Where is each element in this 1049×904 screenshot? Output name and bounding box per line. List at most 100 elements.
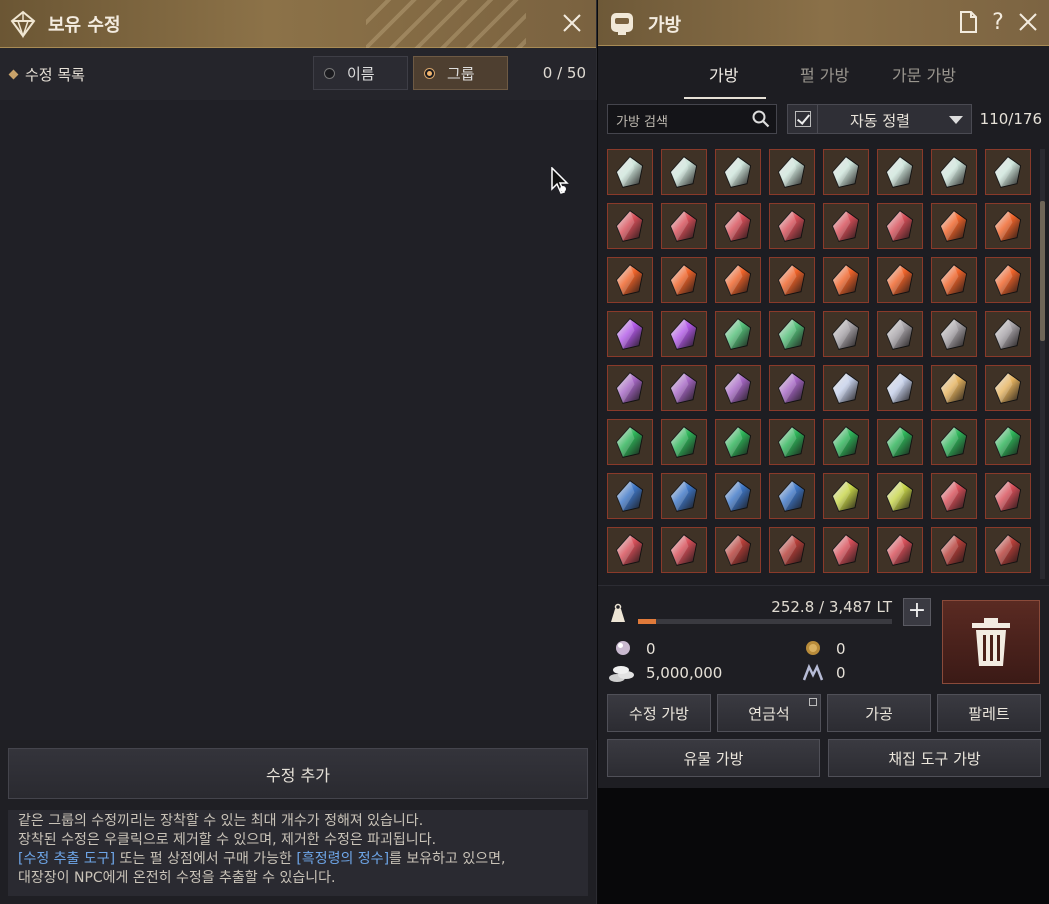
inventory-slot[interactable] bbox=[661, 257, 707, 303]
crystal-item-icon bbox=[615, 372, 644, 404]
sort-by-group-radio[interactable]: 그룹 bbox=[413, 56, 508, 90]
inventory-slot[interactable] bbox=[823, 203, 869, 249]
add-crystal-button[interactable]: 수정 추가 bbox=[8, 748, 588, 799]
inventory-slot[interactable] bbox=[661, 365, 707, 411]
inventory-slot[interactable] bbox=[715, 257, 761, 303]
inventory-slot[interactable] bbox=[985, 527, 1031, 573]
inventory-slot[interactable] bbox=[607, 203, 653, 249]
inventory-slot[interactable] bbox=[931, 527, 977, 573]
inventory-slot[interactable] bbox=[769, 311, 815, 357]
trash-button[interactable] bbox=[942, 600, 1040, 684]
inventory-title-bar[interactable]: 가방 ? bbox=[598, 0, 1049, 46]
coin-amount: 0 bbox=[836, 640, 846, 658]
inventory-slot[interactable] bbox=[661, 149, 707, 195]
inventory-slot[interactable] bbox=[769, 527, 815, 573]
inventory-slot[interactable] bbox=[877, 203, 923, 249]
inventory-slot[interactable] bbox=[661, 419, 707, 465]
inventory-slot[interactable] bbox=[823, 311, 869, 357]
dropdown-arrow-icon[interactable] bbox=[949, 116, 963, 124]
inventory-slot[interactable] bbox=[661, 473, 707, 519]
inventory-slot[interactable] bbox=[931, 419, 977, 465]
tab-pearl-bag[interactable]: 펄 가방 bbox=[800, 62, 849, 86]
inventory-slot[interactable] bbox=[769, 257, 815, 303]
inventory-slot[interactable] bbox=[931, 311, 977, 357]
crystal-item-icon bbox=[723, 534, 752, 566]
inventory-slot[interactable] bbox=[823, 365, 869, 411]
inventory-slot[interactable] bbox=[823, 419, 869, 465]
inventory-slot[interactable] bbox=[931, 149, 977, 195]
crystal-bag-button[interactable]: 수정 가방 bbox=[607, 694, 711, 732]
essence-link[interactable]: [흑정령의 정수] bbox=[296, 851, 389, 867]
inventory-slot[interactable] bbox=[877, 257, 923, 303]
inventory-slot[interactable] bbox=[607, 527, 653, 573]
inventory-slot[interactable] bbox=[661, 311, 707, 357]
inventory-slot[interactable] bbox=[877, 419, 923, 465]
inventory-slot[interactable] bbox=[985, 473, 1031, 519]
inventory-slot[interactable] bbox=[931, 365, 977, 411]
inventory-slot[interactable] bbox=[985, 311, 1031, 357]
inventory-slot[interactable] bbox=[607, 365, 653, 411]
expand-weight-button[interactable]: + bbox=[903, 598, 931, 626]
inventory-slot[interactable] bbox=[985, 203, 1031, 249]
inventory-slot[interactable] bbox=[985, 257, 1031, 303]
auto-sort-dropdown[interactable]: 자동 정렬 bbox=[787, 104, 972, 134]
tab-bag[interactable]: 가방 bbox=[709, 62, 738, 86]
crystal-title-bar[interactable]: 보유 수정 bbox=[0, 0, 596, 48]
inventory-slot[interactable] bbox=[715, 527, 761, 573]
inventory-slot[interactable] bbox=[607, 419, 653, 465]
inventory-slot[interactable] bbox=[769, 419, 815, 465]
close-icon[interactable] bbox=[1017, 10, 1039, 34]
search-icon[interactable] bbox=[752, 110, 770, 128]
inventory-slot[interactable] bbox=[931, 473, 977, 519]
extraction-tool-link[interactable]: [수정 추출 도구] bbox=[18, 851, 115, 867]
document-icon[interactable] bbox=[957, 10, 979, 34]
tab-family-bag[interactable]: 가문 가방 bbox=[892, 62, 956, 86]
inventory-slot[interactable] bbox=[607, 473, 653, 519]
crystal-list-label: 수정 목록 bbox=[8, 64, 85, 85]
inventory-slot[interactable] bbox=[823, 527, 869, 573]
inventory-slot[interactable] bbox=[931, 203, 977, 249]
bag-search-input[interactable]: 가방 검색 bbox=[607, 104, 777, 134]
help-icon[interactable]: ? bbox=[987, 10, 1009, 35]
inventory-slot[interactable] bbox=[877, 311, 923, 357]
inventory-slot[interactable] bbox=[769, 203, 815, 249]
inventory-slot[interactable] bbox=[769, 473, 815, 519]
inventory-slot[interactable] bbox=[877, 473, 923, 519]
palette-button[interactable]: 팔레트 bbox=[937, 694, 1041, 732]
silver-icon bbox=[609, 666, 634, 682]
inventory-slot[interactable] bbox=[877, 149, 923, 195]
inventory-slot[interactable] bbox=[607, 257, 653, 303]
gathering-tool-bag-button[interactable]: 채집 도구 가방 bbox=[828, 739, 1041, 777]
inventory-slot[interactable] bbox=[769, 149, 815, 195]
inventory-scrollbar[interactable] bbox=[1040, 149, 1045, 579]
inventory-slot[interactable] bbox=[769, 365, 815, 411]
inventory-slot[interactable] bbox=[823, 149, 869, 195]
artifact-bag-button[interactable]: 유물 가방 bbox=[607, 739, 820, 777]
inventory-slot[interactable] bbox=[985, 365, 1031, 411]
inventory-slot[interactable] bbox=[823, 473, 869, 519]
processing-button[interactable]: 가공 bbox=[827, 694, 931, 732]
auto-sort-checkbox[interactable] bbox=[788, 105, 818, 133]
close-icon[interactable] bbox=[560, 11, 584, 35]
crystal-list[interactable] bbox=[0, 100, 597, 740]
inventory-slot[interactable] bbox=[661, 203, 707, 249]
inventory-slot[interactable] bbox=[607, 149, 653, 195]
inventory-slot[interactable] bbox=[823, 257, 869, 303]
inventory-slot[interactable] bbox=[715, 473, 761, 519]
alchemy-stone-button[interactable]: 연금석 bbox=[717, 694, 821, 732]
inventory-slot[interactable] bbox=[931, 257, 977, 303]
scrollbar-thumb[interactable] bbox=[1040, 201, 1045, 341]
inventory-slot[interactable] bbox=[607, 311, 653, 357]
inventory-slot[interactable] bbox=[715, 311, 761, 357]
inventory-slot[interactable] bbox=[985, 419, 1031, 465]
radio-group-label: 그룹 bbox=[447, 64, 475, 83]
inventory-slot[interactable] bbox=[715, 203, 761, 249]
inventory-slot[interactable] bbox=[715, 149, 761, 195]
inventory-slot[interactable] bbox=[661, 527, 707, 573]
inventory-slot[interactable] bbox=[877, 527, 923, 573]
inventory-slot[interactable] bbox=[715, 419, 761, 465]
inventory-slot[interactable] bbox=[715, 365, 761, 411]
inventory-slot[interactable] bbox=[877, 365, 923, 411]
inventory-slot[interactable] bbox=[985, 149, 1031, 195]
sort-by-name-radio[interactable]: 이름 bbox=[313, 56, 408, 90]
